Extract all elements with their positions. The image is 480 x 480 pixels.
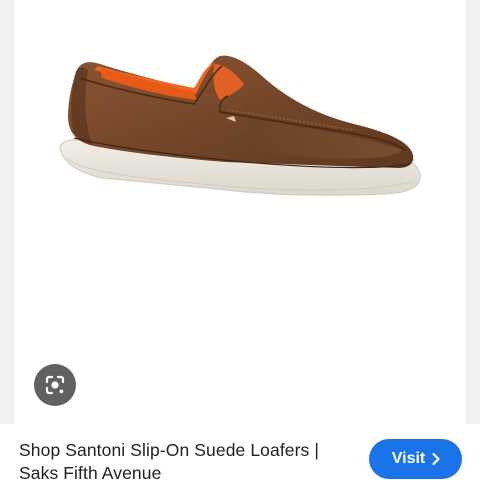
product-title[interactable]: Shop Santoni Slip-On Suede Loafers | Sak…	[19, 439, 359, 480]
loafer-image[interactable]	[14, 0, 466, 424]
chevron-right-icon	[431, 452, 441, 466]
visual-search-button[interactable]	[34, 364, 76, 406]
visit-button[interactable]: Visit	[369, 439, 462, 479]
image-viewer: Shop Santoni Slip-On Suede Loafers | Sak…	[0, 0, 480, 480]
product-image-panel[interactable]	[14, 0, 466, 424]
visit-label: Visit	[391, 450, 426, 467]
camera-search-icon	[45, 375, 65, 395]
